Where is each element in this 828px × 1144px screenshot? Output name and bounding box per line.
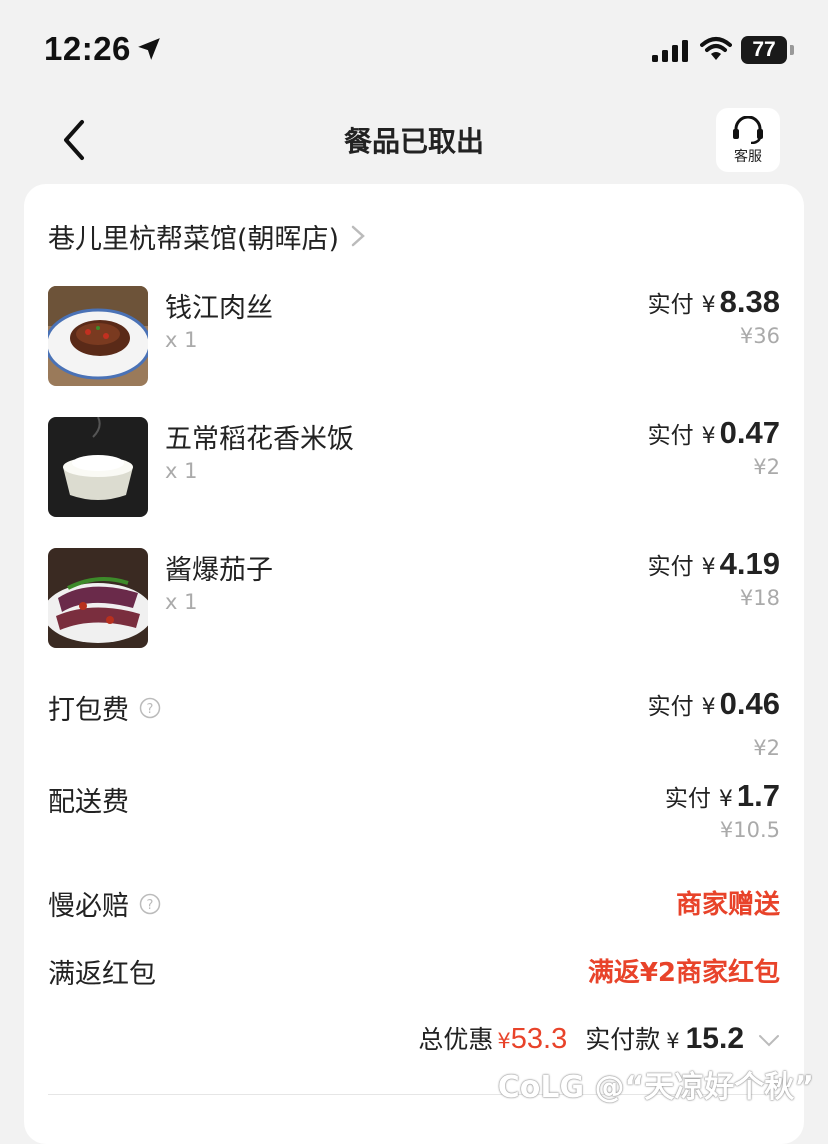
- item-paid-price: 实付 ¥8.38: [648, 284, 780, 320]
- currency-symbol: ¥: [701, 293, 716, 318]
- battery-tip: [790, 45, 794, 55]
- order-card: 巷儿里杭帮菜馆(朝晖店) 钱江肉丝 x 1 实付 ¥8.38 ¥36 五常稻花香…: [24, 184, 804, 1144]
- help-icon[interactable]: ?: [139, 893, 161, 915]
- headset-icon: [733, 116, 763, 144]
- dish-image-rice: [48, 417, 148, 517]
- paid-amount: 1.7: [736, 778, 780, 813]
- late-compensation-label-group: 慢必赔 ?: [48, 884, 161, 923]
- order-item[interactable]: 酱爆茄子 x 1 实付 ¥4.19 ¥18: [48, 546, 780, 648]
- cashback-label: 满返红包: [48, 959, 156, 990]
- item-original-price: ¥36: [739, 324, 780, 348]
- currency-symbol: ¥: [701, 695, 716, 720]
- packing-fee-label: 打包费: [48, 695, 129, 726]
- item-quantity: x 1: [165, 328, 198, 352]
- battery-indicator: 77: [741, 36, 787, 64]
- total-currency: ¥: [666, 1029, 680, 1053]
- order-total-summary[interactable]: 总优惠 ¥ 53.3 实付款 ¥ 15.2: [418, 1020, 780, 1056]
- dish-image-eggplant: [48, 548, 148, 648]
- store-name: 巷儿里杭帮菜馆(朝晖店): [48, 223, 340, 255]
- order-item[interactable]: 钱江肉丝 x 1 实付 ¥8.38 ¥36: [48, 284, 780, 386]
- delivery-fee-paid: 实付 ¥1.7: [665, 778, 780, 814]
- late-compensation-label: 慢必赔: [48, 891, 129, 922]
- page-title: 餐品已取出: [343, 125, 484, 158]
- item-quantity: x 1: [165, 459, 198, 483]
- late-compensation-value: 商家赠送: [675, 890, 780, 920]
- paid-label: 实付: [664, 786, 711, 812]
- packing-fee-original: ¥2: [753, 736, 780, 760]
- currency-symbol: ¥: [718, 787, 733, 812]
- store-link[interactable]: 巷儿里杭帮菜馆(朝晖店): [48, 216, 365, 256]
- paid-amount: 0.47: [719, 415, 780, 450]
- packing-fee-label-group: 打包费 ?: [48, 688, 161, 727]
- wifi-icon: [700, 37, 732, 60]
- customer-service-button[interactable]: 客服: [716, 108, 780, 172]
- item-paid-price: 实付 ¥0.47: [648, 415, 780, 451]
- svg-text:?: ?: [147, 702, 154, 717]
- paid-label: 实付: [647, 423, 694, 449]
- paid-label: 实付: [647, 554, 694, 580]
- item-quantity: x 1: [165, 590, 198, 614]
- dish-image-shredded-pork: [48, 286, 148, 386]
- paid-label: 实付: [647, 694, 694, 720]
- currency-symbol: ¥: [701, 555, 716, 580]
- location-arrow-icon: [138, 38, 160, 60]
- total-amount: 15.2: [685, 1022, 744, 1055]
- status-time: 12:26: [44, 30, 131, 67]
- discount-currency: ¥: [497, 1029, 511, 1053]
- item-paid-price: 实付 ¥4.19: [648, 546, 780, 582]
- cashback-value: 满返¥2商家红包: [587, 958, 780, 988]
- currency-symbol: ¥: [701, 424, 716, 449]
- status-bar: 12:26 77: [0, 0, 828, 100]
- chevron-right-icon: [351, 225, 365, 247]
- paid-label: 实付: [647, 292, 694, 318]
- cellular-signal-icon: [652, 40, 688, 62]
- item-name: 五常稻花香米饭: [165, 424, 354, 455]
- item-original-price: ¥2: [753, 455, 780, 479]
- nav-bar: 餐品已取出 客服: [0, 100, 828, 180]
- item-name: 钱江肉丝: [165, 293, 273, 324]
- delivery-fee-original: ¥10.5: [719, 818, 780, 842]
- watermark: CoLG @“天凉好个秋”: [497, 1070, 814, 1105]
- delivery-fee-label: 配送费: [48, 787, 129, 818]
- discount-label: 总优惠: [418, 1025, 494, 1054]
- chevron-down-icon: [759, 1035, 779, 1047]
- paid-amount: 0.46: [719, 686, 780, 721]
- paid-amount: 8.38: [719, 284, 780, 319]
- help-icon[interactable]: ?: [139, 697, 161, 719]
- item-name: 酱爆茄子: [165, 555, 273, 586]
- total-label: 实付款: [585, 1025, 661, 1054]
- packing-fee-paid: 实付 ¥0.46: [648, 686, 780, 722]
- paid-amount: 4.19: [719, 546, 780, 581]
- customer-service-label: 客服: [734, 149, 762, 165]
- svg-text:?: ?: [147, 898, 154, 913]
- order-item[interactable]: 五常稻花香米饭 x 1 实付 ¥0.47 ¥2: [48, 415, 780, 517]
- discount-amount: 53.3: [510, 1023, 568, 1055]
- item-original-price: ¥18: [739, 586, 780, 610]
